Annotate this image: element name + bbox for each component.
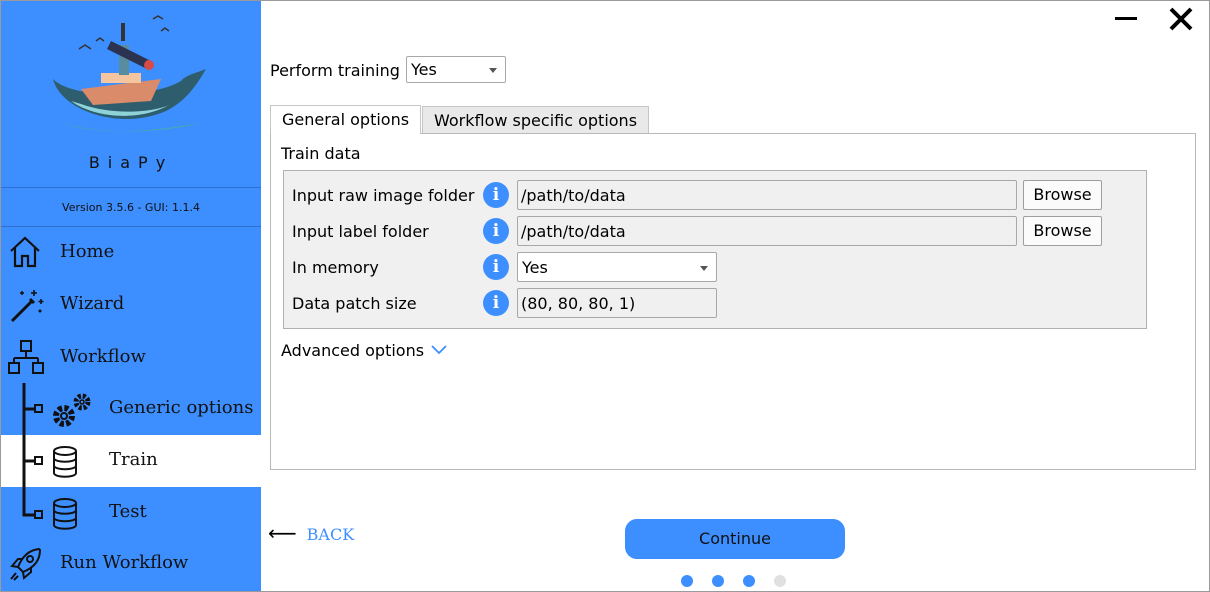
input-label-folder-field[interactable]: /path/to/data <box>517 216 1017 246</box>
continue-button[interactable]: Continue <box>625 519 845 559</box>
tree-branch-icon <box>22 383 43 435</box>
database-icon <box>53 446 77 478</box>
gears-icon <box>53 393 91 427</box>
sidebar-item-workflow[interactable]: Workflow <box>1 332 261 384</box>
field-value: /path/to/data <box>521 222 626 241</box>
magic-wand-icon <box>10 290 44 323</box>
in-memory-select[interactable]: Yes <box>517 252 717 282</box>
input-label-folder-label: Input label folder <box>292 222 429 241</box>
home-icon <box>10 236 40 268</box>
sidebar-item-label: Generic options <box>109 397 254 418</box>
data-patch-size-field[interactable]: (80, 80, 80, 1) <box>517 288 717 318</box>
input-raw-image-folder-field[interactable]: /path/to/data <box>517 180 1017 210</box>
chevron-down-icon <box>700 266 708 271</box>
sidebar-item-label: Run Workflow <box>60 552 189 573</box>
input-raw-image-folder-label: Input raw image folder <box>292 186 475 205</box>
browse-raw-image-button[interactable]: Browse <box>1023 180 1102 210</box>
workflow-tree-icon <box>8 340 44 374</box>
chevron-down-icon[interactable] <box>431 343 447 355</box>
sidebar-item-label: Test <box>109 501 147 522</box>
sidebar-item-label: Train <box>109 449 158 470</box>
perform-training-value: Yes <box>411 60 437 79</box>
field-value: (80, 80, 80, 1) <box>521 294 636 313</box>
close-icon[interactable] <box>1166 4 1196 34</box>
field-value: /path/to/data <box>521 186 626 205</box>
brand-name: BiaPy <box>88 153 174 172</box>
perform-training-select[interactable]: Yes <box>406 56 506 83</box>
back-button[interactable]: ⟵ BACK <box>268 521 354 545</box>
browse-label-button[interactable]: Browse <box>1023 216 1102 246</box>
tab-label: Workflow specific options <box>434 111 638 130</box>
tree-branch-icon <box>22 487 43 519</box>
sidebar-item-home[interactable]: Home <box>1 227 261 279</box>
advanced-options-toggle[interactable]: Advanced options <box>281 341 424 360</box>
tree-branch-icon <box>22 435 43 487</box>
info-icon[interactable]: i <box>483 182 509 208</box>
sidebar-item-label: Home <box>60 241 115 262</box>
train-data-title: Train data <box>281 144 361 163</box>
back-label: BACK <box>306 525 355 544</box>
back-arrow-icon: ⟵ <box>268 521 297 545</box>
perform-training-label: Perform training <box>270 61 400 80</box>
tab-workflow-specific-options[interactable]: Workflow specific options <box>422 106 649 134</box>
step-dot-2 <box>712 575 724 587</box>
sidebar-item-test[interactable]: Test <box>1 487 261 539</box>
sidebar-item-label: Workflow <box>60 346 146 367</box>
sidebar-item-label: Wizard <box>60 293 125 314</box>
step-dot-1 <box>681 575 693 587</box>
step-dot-3 <box>743 575 755 587</box>
data-patch-size-label: Data patch size <box>292 294 417 313</box>
minimize-icon[interactable] <box>1115 17 1137 20</box>
sidebar-item-run-workflow[interactable]: Run Workflow <box>1 538 261 590</box>
info-icon[interactable]: i <box>483 290 509 316</box>
info-icon[interactable]: i <box>483 218 509 244</box>
chevron-down-icon <box>489 68 497 73</box>
step-dot-4 <box>774 575 786 587</box>
tab-label: General options <box>282 110 410 129</box>
tab-general-options[interactable]: General options <box>270 105 421 134</box>
sidebar: BiaPy Version 3.5.6 - GUI: 1.1.4 Home Wi… <box>1 1 261 591</box>
in-memory-value: Yes <box>522 258 548 277</box>
database-icon <box>53 498 77 530</box>
app-logo: BiaPy <box>1 1 261 187</box>
sidebar-item-train[interactable]: Train <box>1 435 261 487</box>
version-label: Version 3.5.6 - GUI: 1.1.4 <box>62 201 200 214</box>
rocket-icon <box>10 547 42 581</box>
version-band: Version 3.5.6 - GUI: 1.1.4 <box>1 187 261 227</box>
sidebar-item-wizard[interactable]: Wizard <box>1 279 261 331</box>
info-icon[interactable]: i <box>483 254 509 280</box>
in-memory-label: In memory <box>292 258 379 277</box>
sidebar-item-generic-options[interactable]: Generic options <box>1 383 261 435</box>
